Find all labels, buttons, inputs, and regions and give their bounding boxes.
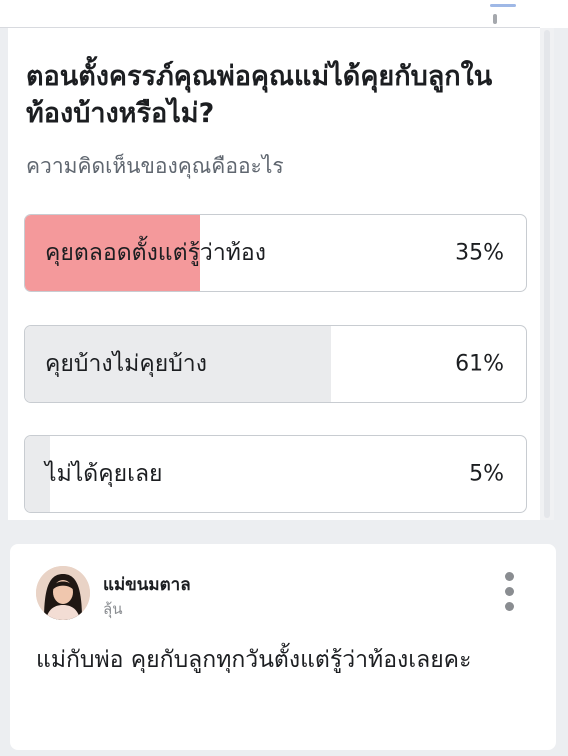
user-avatar[interactable]: [36, 566, 90, 620]
poll-option-1-label: คุยบ้างไม่คุยบ้าง: [45, 351, 207, 377]
poll-question: ตอนตั้งครรภ์คุณพ่อคุณแม่ได้คุยกับลูกในท้…: [26, 61, 493, 129]
poll-option-2-label: ไม่ได้คุยเลย: [45, 461, 163, 487]
poll-option-2-percent: 5%: [469, 461, 504, 487]
top-indicator: [493, 14, 497, 24]
comment-sublabel: ลุ้น: [103, 600, 123, 618]
more-vertical-icon[interactable]: [500, 572, 520, 614]
comment-username[interactable]: แม่ขนมตาล: [103, 571, 191, 598]
poll-option-1[interactable]: คุยบ้างไม่คุยบ้าง 61%: [24, 325, 527, 403]
comment-text: แม่กับพ่อ คุยกับลูกทุกวันตั้งแต่รู้ว่าท้…: [36, 647, 472, 673]
poll-option-0-label: คุยตลอดตั้งแต่รู้ว่าท้อง: [45, 240, 266, 266]
menu-dot: [505, 572, 514, 581]
scrollbar-thumb[interactable]: [544, 30, 550, 518]
poll-option-2[interactable]: ไม่ได้คุยเลย 5%: [24, 435, 527, 513]
menu-dot: [505, 602, 514, 611]
poll-option-0[interactable]: คุยตลอดตั้งแต่รู้ว่าท้อง 35%: [24, 214, 527, 292]
menu-dot: [505, 587, 514, 596]
poll-subtitle: ความคิดเห็นของคุณคืออะไร: [26, 154, 284, 178]
top-bar: [0, 0, 568, 28]
poll-option-0-percent: 35%: [455, 240, 504, 266]
avatar-icon: [36, 566, 90, 620]
poll-option-1-percent: 61%: [455, 351, 504, 377]
top-accent-line: [490, 4, 516, 7]
